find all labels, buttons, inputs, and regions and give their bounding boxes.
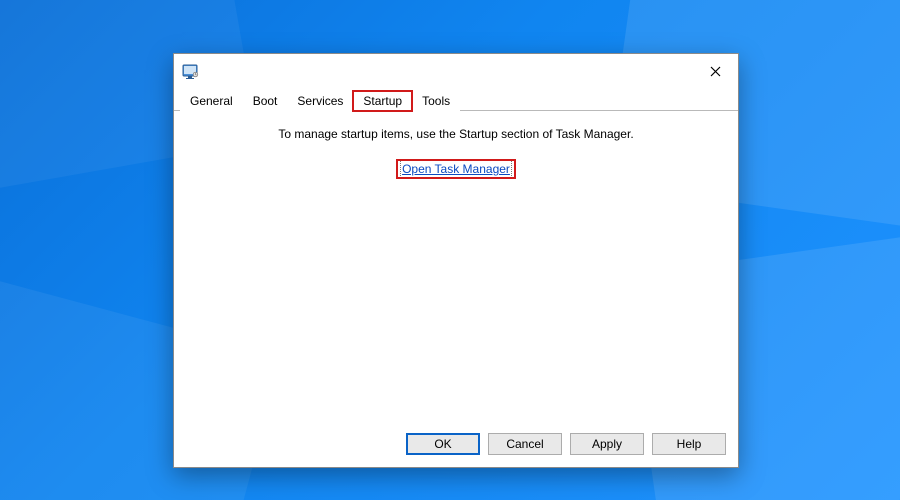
close-button[interactable] bbox=[694, 57, 736, 85]
open-task-manager-link[interactable]: Open Task Manager bbox=[402, 162, 510, 176]
open-task-manager-link-highlight: Open Task Manager bbox=[398, 161, 514, 177]
msconfig-window: General Boot Services Startup Tools To m… bbox=[173, 53, 739, 468]
tab-strip: General Boot Services Startup Tools bbox=[174, 88, 738, 111]
title-left bbox=[182, 62, 206, 80]
desktop-wallpaper: General Boot Services Startup Tools To m… bbox=[0, 0, 900, 500]
tab-general[interactable]: General bbox=[180, 91, 243, 111]
tab-startup[interactable]: Startup bbox=[353, 91, 412, 111]
msconfig-icon bbox=[182, 62, 200, 80]
cancel-button[interactable]: Cancel bbox=[488, 433, 562, 455]
startup-info-text: To manage startup items, use the Startup… bbox=[184, 127, 728, 141]
titlebar[interactable] bbox=[174, 54, 738, 88]
help-button[interactable]: Help bbox=[652, 433, 726, 455]
apply-button[interactable]: Apply bbox=[570, 433, 644, 455]
tab-tools[interactable]: Tools bbox=[412, 91, 460, 111]
startup-tab-content: To manage startup items, use the Startup… bbox=[174, 111, 738, 423]
ok-button[interactable]: OK bbox=[406, 433, 480, 455]
tab-services[interactable]: Services bbox=[287, 91, 353, 111]
tab-boot[interactable]: Boot bbox=[243, 91, 288, 111]
dialog-button-row: OK Cancel Apply Help bbox=[174, 423, 738, 467]
